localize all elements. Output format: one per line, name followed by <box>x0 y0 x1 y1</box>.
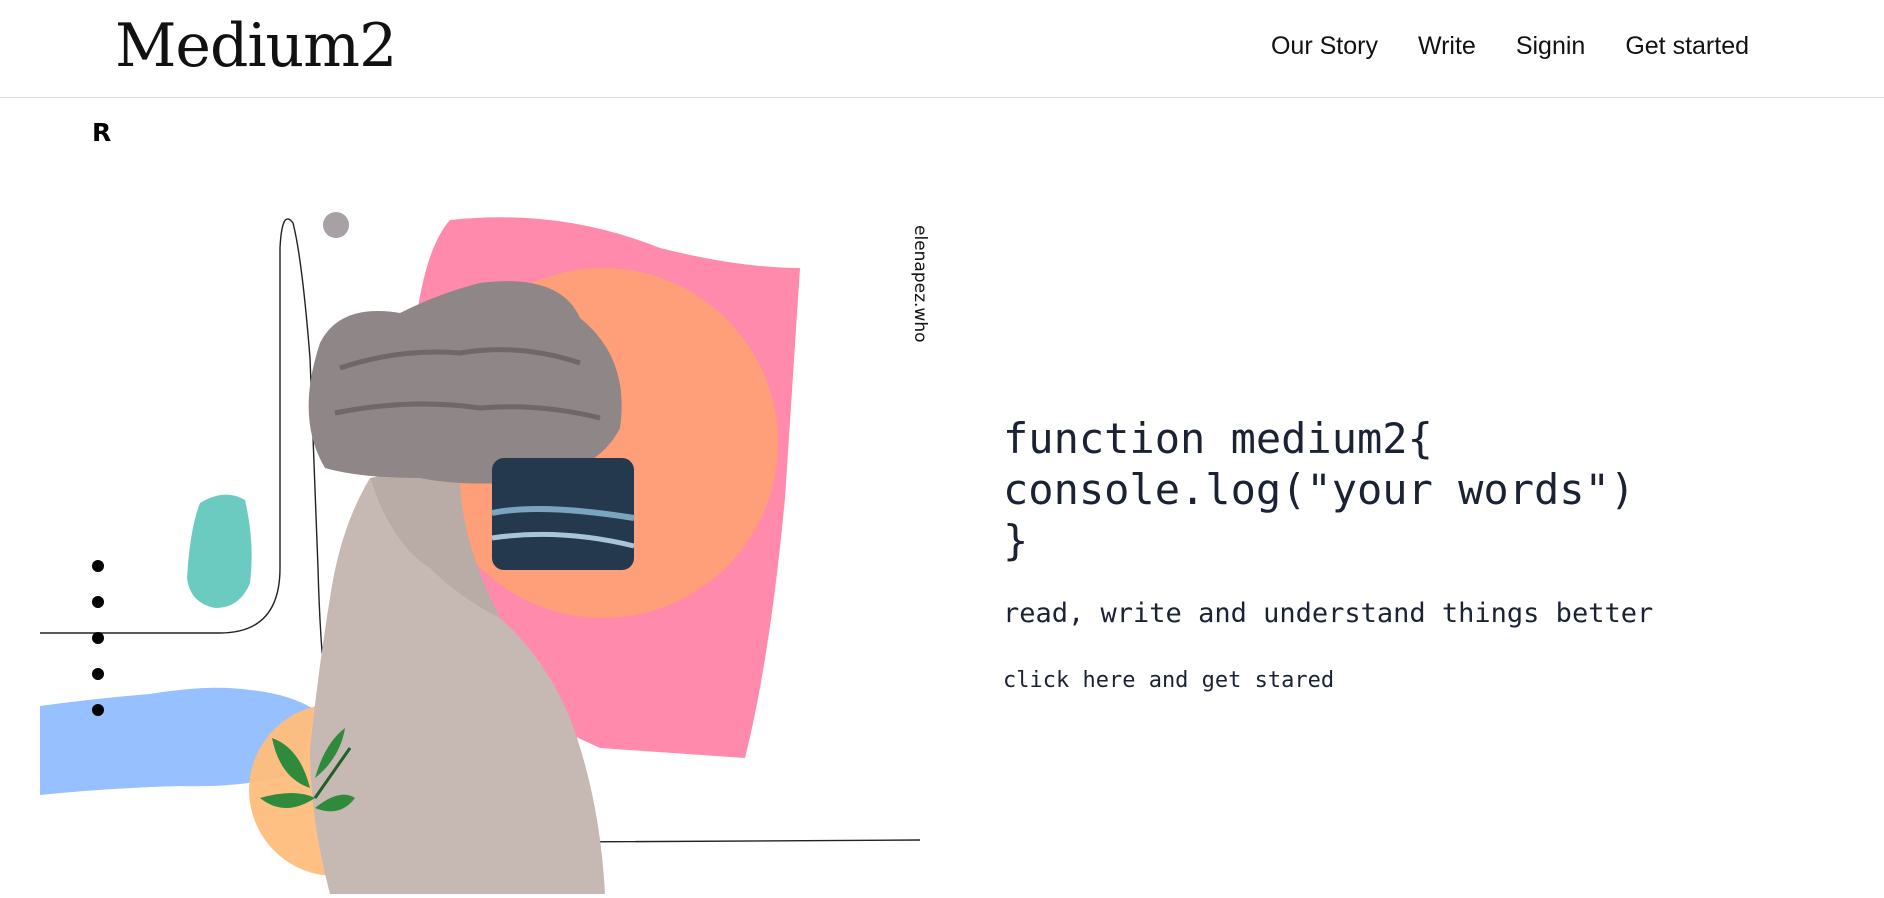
figure-turban <box>308 281 622 484</box>
hero-tagline: read, write and understand things better <box>1003 598 1654 629</box>
dot <box>92 704 104 716</box>
hero-code-line-1: function medium2{ <box>1003 414 1433 463</box>
main-nav: Our Story Write Signin Get started <box>1271 28 1749 64</box>
dot <box>92 596 104 608</box>
nav-our-story-link[interactable]: Our Story <box>1271 28 1378 64</box>
collage-illustration <box>40 212 921 894</box>
nav-write-link[interactable]: Write <box>1418 28 1476 64</box>
nav-get-started-link[interactable]: Get started <box>1625 28 1749 64</box>
hero-code-line-3: } <box>1003 516 1029 565</box>
top-navbar: Medium2 Our Story Write Signin Get start… <box>0 0 1884 98</box>
site-logo[interactable]: Medium2 <box>115 6 397 86</box>
hero-code-line-2: console.log("your words") <box>1003 465 1636 514</box>
artwork-badge: R <box>92 118 112 147</box>
dot <box>92 560 104 572</box>
dot <box>92 632 104 644</box>
artist-credit: elenapez.who <box>910 225 930 343</box>
get-started-cta-link[interactable]: click here and get stared <box>1003 665 1334 697</box>
hero-copy: function medium2{ console.log("your word… <box>1003 413 1653 697</box>
dot <box>92 668 104 680</box>
nav-signin-link[interactable]: Signin <box>1516 28 1586 64</box>
dots-decoration <box>92 560 104 740</box>
hero-artwork: R elenapez.who <box>40 98 940 894</box>
hero-section: R elenapez.who function medium2{ console… <box>0 98 1884 894</box>
gray-dot <box>323 212 349 238</box>
teal-brush <box>187 494 252 608</box>
